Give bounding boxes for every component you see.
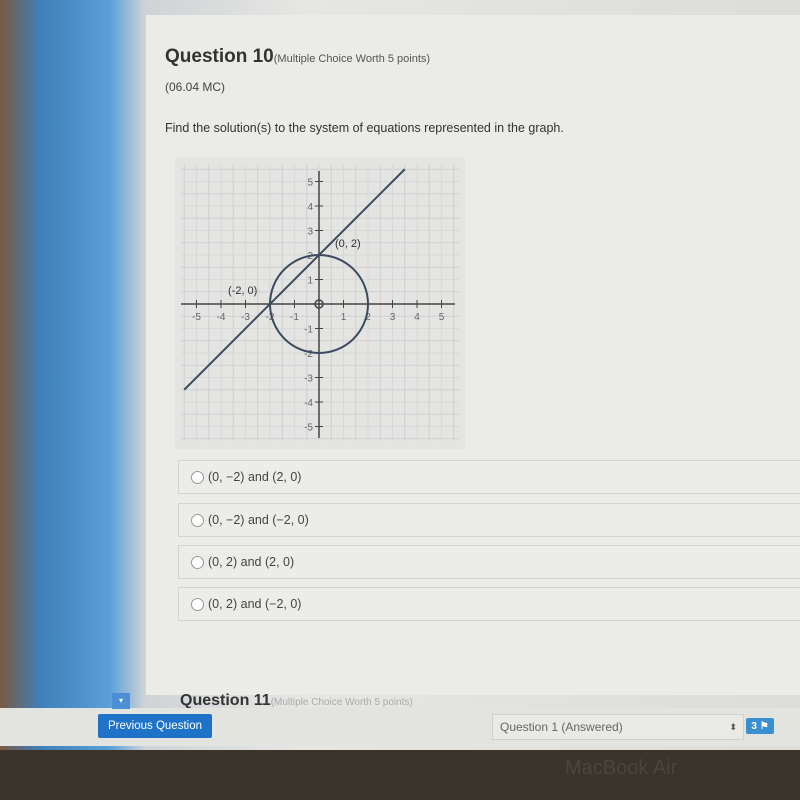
flag-button[interactable]: 3 ⚑ xyxy=(746,718,774,734)
y-tick-label: 5 xyxy=(307,178,313,189)
x-tick-label: -4 xyxy=(217,312,226,323)
x-tick-label: 1 xyxy=(341,312,347,323)
y-tick-label: -3 xyxy=(304,374,313,385)
x-tick-label: -3 xyxy=(241,312,250,323)
answer-option-1[interactable]: (0, −2) and (2, 0) xyxy=(178,460,800,494)
flag-icon: ⚑ xyxy=(759,720,769,732)
y-tick-label: 4 xyxy=(307,202,313,213)
y-tick-label: -5 xyxy=(304,423,313,434)
system-graph: -5 -4 -3 -2 -1 1 2 3 4 554321-1-2-3-4-5(0, 2)(-2,… xyxy=(175,157,465,449)
x-tick-label: -1 xyxy=(290,312,299,323)
annotation-label: (0, 2) xyxy=(335,238,361,250)
select-value: Question 1 (Answered) xyxy=(500,720,623,734)
option-label: (0, −2) and (2, 0) xyxy=(208,470,302,484)
y-tick-label: -4 xyxy=(304,398,313,409)
answer-option-3[interactable]: (0, 2) and (2, 0) xyxy=(178,545,800,579)
x-tick-label: 3 xyxy=(390,312,396,323)
flag-count: 3 xyxy=(751,720,757,732)
radio-icon[interactable] xyxy=(191,597,204,611)
previous-question-button[interactable]: Previous Question xyxy=(98,714,212,738)
y-tick-label: 1 xyxy=(307,276,313,287)
radio-icon[interactable] xyxy=(191,470,204,484)
answer-option-2[interactable]: (0, −2) and (−2, 0) xyxy=(178,503,800,537)
option-label: (0, 2) and (2, 0) xyxy=(208,555,295,569)
y-tick-label: -1 xyxy=(304,325,313,336)
x-tick-label: -5 xyxy=(192,312,201,323)
next-question-meta: (Multiple Choice Worth 5 points) xyxy=(270,697,413,708)
collapse-tab-chevron-icon[interactable]: ▾ xyxy=(112,693,130,709)
question-select[interactable]: Question 1 (Answered) ⬍ xyxy=(492,714,744,740)
annotation-label: (-2, 0) xyxy=(228,285,257,297)
select-arrows-icon: ⬍ xyxy=(729,721,737,732)
x-tick-label: 5 xyxy=(439,312,445,323)
question-meta: (Multiple Choice Worth 5 points) xyxy=(273,53,431,65)
radio-icon[interactable] xyxy=(191,513,204,527)
device-label: MacBook Air xyxy=(565,757,678,779)
graph-background xyxy=(175,157,465,449)
question-title: Question 10(Multiple Choice Worth 5 poin… xyxy=(165,46,430,68)
option-label: (0, 2) and (−2, 0) xyxy=(208,597,302,611)
question-prompt: Find the solution(s) to the system of eq… xyxy=(165,121,564,135)
question-code: (06.04 MC) xyxy=(165,80,226,94)
y-tick-label: 3 xyxy=(307,227,313,238)
option-label: (0, −2) and (−2, 0) xyxy=(208,513,309,527)
x-tick-label: 4 xyxy=(414,312,420,323)
question-number: Question 10 xyxy=(165,46,274,67)
answer-option-4[interactable]: (0, 2) and (−2, 0) xyxy=(178,587,800,621)
radio-icon[interactable] xyxy=(191,555,204,569)
next-question-number: Question 11 xyxy=(180,692,271,709)
